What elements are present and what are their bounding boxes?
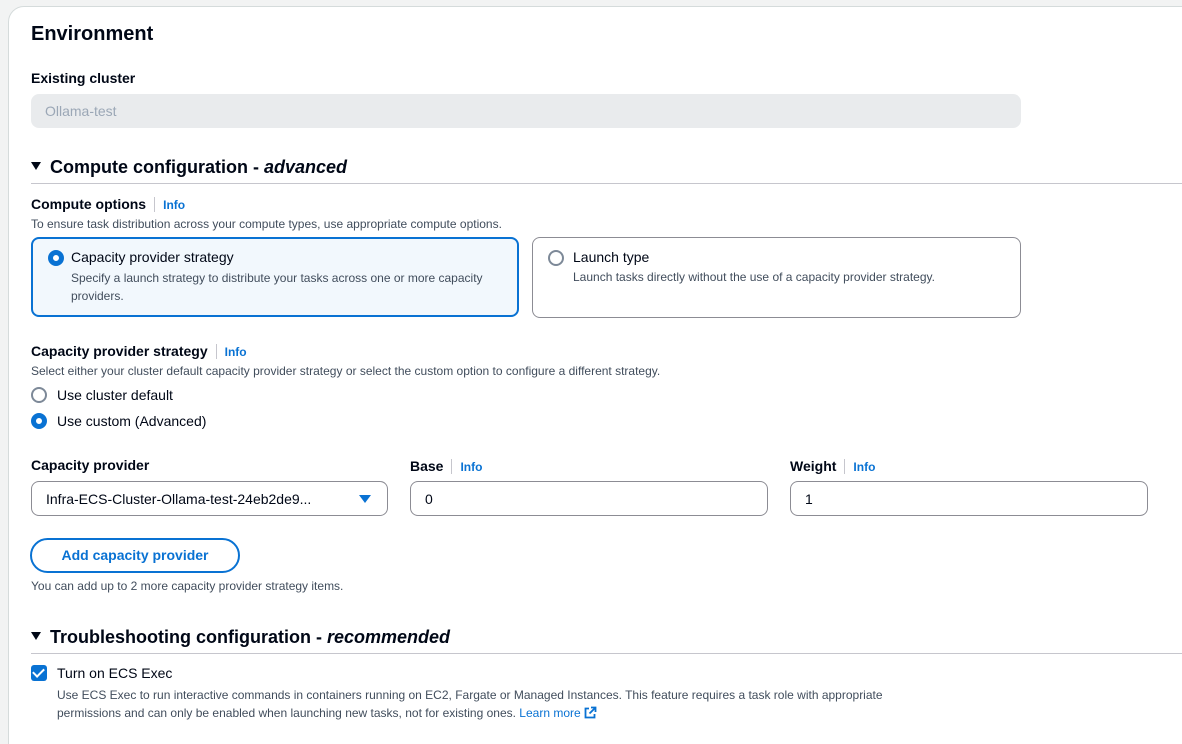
weight-header: Weight Info	[790, 458, 875, 475]
ecs-exec-checkbox[interactable]	[31, 665, 47, 681]
compute-options-info-link[interactable]: Info	[163, 198, 185, 212]
launch-type-radio[interactable]	[548, 250, 564, 266]
divider	[31, 183, 1182, 184]
strategy-info-link[interactable]: Info	[225, 345, 247, 359]
learn-more-text: Learn more	[519, 706, 581, 720]
existing-cluster-input: Ollama-test	[31, 94, 1021, 128]
capacity-provider-label: Capacity provider	[31, 457, 150, 473]
ecs-exec-desc-line-2: permissions and can only be enabled when…	[57, 704, 883, 722]
existing-cluster-value: Ollama-test	[45, 103, 117, 119]
caret-down-icon	[31, 162, 41, 171]
ecs-exec-desc-line-1: Use ECS Exec to run interactive commands…	[57, 688, 883, 702]
base-label: Base	[410, 458, 444, 474]
separator	[215, 344, 217, 360]
environment-heading: Environment	[31, 23, 154, 45]
add-capacity-provider-hint: You can add up to 2 more capacity provid…	[31, 579, 344, 593]
option-use-custom[interactable]: Use custom (Advanced)	[31, 412, 331, 430]
ecs-exec-desc-text: permissions and can only be enabled when…	[57, 706, 516, 720]
base-input[interactable]: 0	[410, 481, 768, 516]
add-capacity-provider-button[interactable]: Add capacity provider	[30, 538, 240, 573]
weight-info-link[interactable]: Info	[853, 460, 875, 474]
cluster-default-radio[interactable]	[31, 387, 47, 403]
option-label: Use custom (Advanced)	[57, 413, 207, 429]
compute-heading-advanced: advanced	[263, 157, 348, 177]
compute-options-description: To ensure task distribution across your …	[31, 217, 502, 231]
troubleshooting-heading-recommended: recommended	[326, 627, 451, 647]
tile-description: Specify a launch strategy to distribute …	[71, 271, 483, 303]
weight-label: Weight	[790, 458, 837, 474]
option-use-cluster-default[interactable]: Use cluster default	[31, 386, 331, 404]
caret-down-icon	[359, 495, 371, 503]
tile-title: Capacity provider strategy	[71, 249, 234, 265]
tile-launch-type[interactable]: Launch type Launch tasks directly withou…	[532, 237, 1021, 318]
weight-value: 1	[805, 491, 813, 507]
strategy-header: Capacity provider strategy Info	[31, 343, 247, 360]
tile-description: Launch tasks directly without the use of…	[573, 270, 935, 284]
option-label: Use cluster default	[57, 387, 173, 403]
capacity-provider-select[interactable]: Infra-ECS-Cluster-Ollama-test-24eb2de9..…	[31, 481, 388, 516]
base-header: Base Info	[410, 458, 482, 475]
compute-options-header: Compute options Info	[31, 196, 185, 213]
troubleshooting-configuration-toggle[interactable]: Troubleshooting configuration - recommen…	[31, 627, 450, 648]
troubleshooting-heading-text: Troubleshooting configuration -	[50, 627, 327, 647]
compute-configuration-toggle[interactable]: Compute configuration - advanced	[31, 157, 347, 178]
capacity-provider-value: Infra-ECS-Cluster-Ollama-test-24eb2de9..…	[46, 491, 312, 507]
base-info-link[interactable]: Info	[460, 460, 482, 474]
existing-cluster-label: Existing cluster	[31, 70, 136, 86]
weight-input[interactable]: 1	[790, 481, 1148, 516]
base-value: 0	[425, 491, 433, 507]
compute-options-label: Compute options	[31, 196, 147, 212]
separator	[154, 197, 156, 213]
caret-down-icon	[31, 632, 41, 641]
separator	[451, 459, 453, 475]
capacity-provider-strategy-radio[interactable]	[48, 250, 64, 266]
tile-capacity-provider-strategy[interactable]: Capacity provider strategy Specify a lau…	[31, 237, 519, 317]
ecs-exec-label[interactable]: Turn on ECS Exec	[57, 665, 172, 681]
custom-radio[interactable]	[31, 413, 47, 429]
compute-heading-text: Compute configuration -	[50, 157, 264, 177]
strategy-description: Select either your cluster default capac…	[31, 364, 661, 378]
external-link-icon	[584, 706, 597, 719]
learn-more-link[interactable]: Learn more	[519, 706, 597, 720]
divider	[31, 653, 1182, 654]
ecs-exec-description: Use ECS Exec to run interactive commands…	[57, 686, 883, 722]
separator	[844, 459, 846, 475]
strategy-label: Capacity provider strategy	[31, 343, 208, 359]
tile-title: Launch type	[573, 249, 650, 265]
